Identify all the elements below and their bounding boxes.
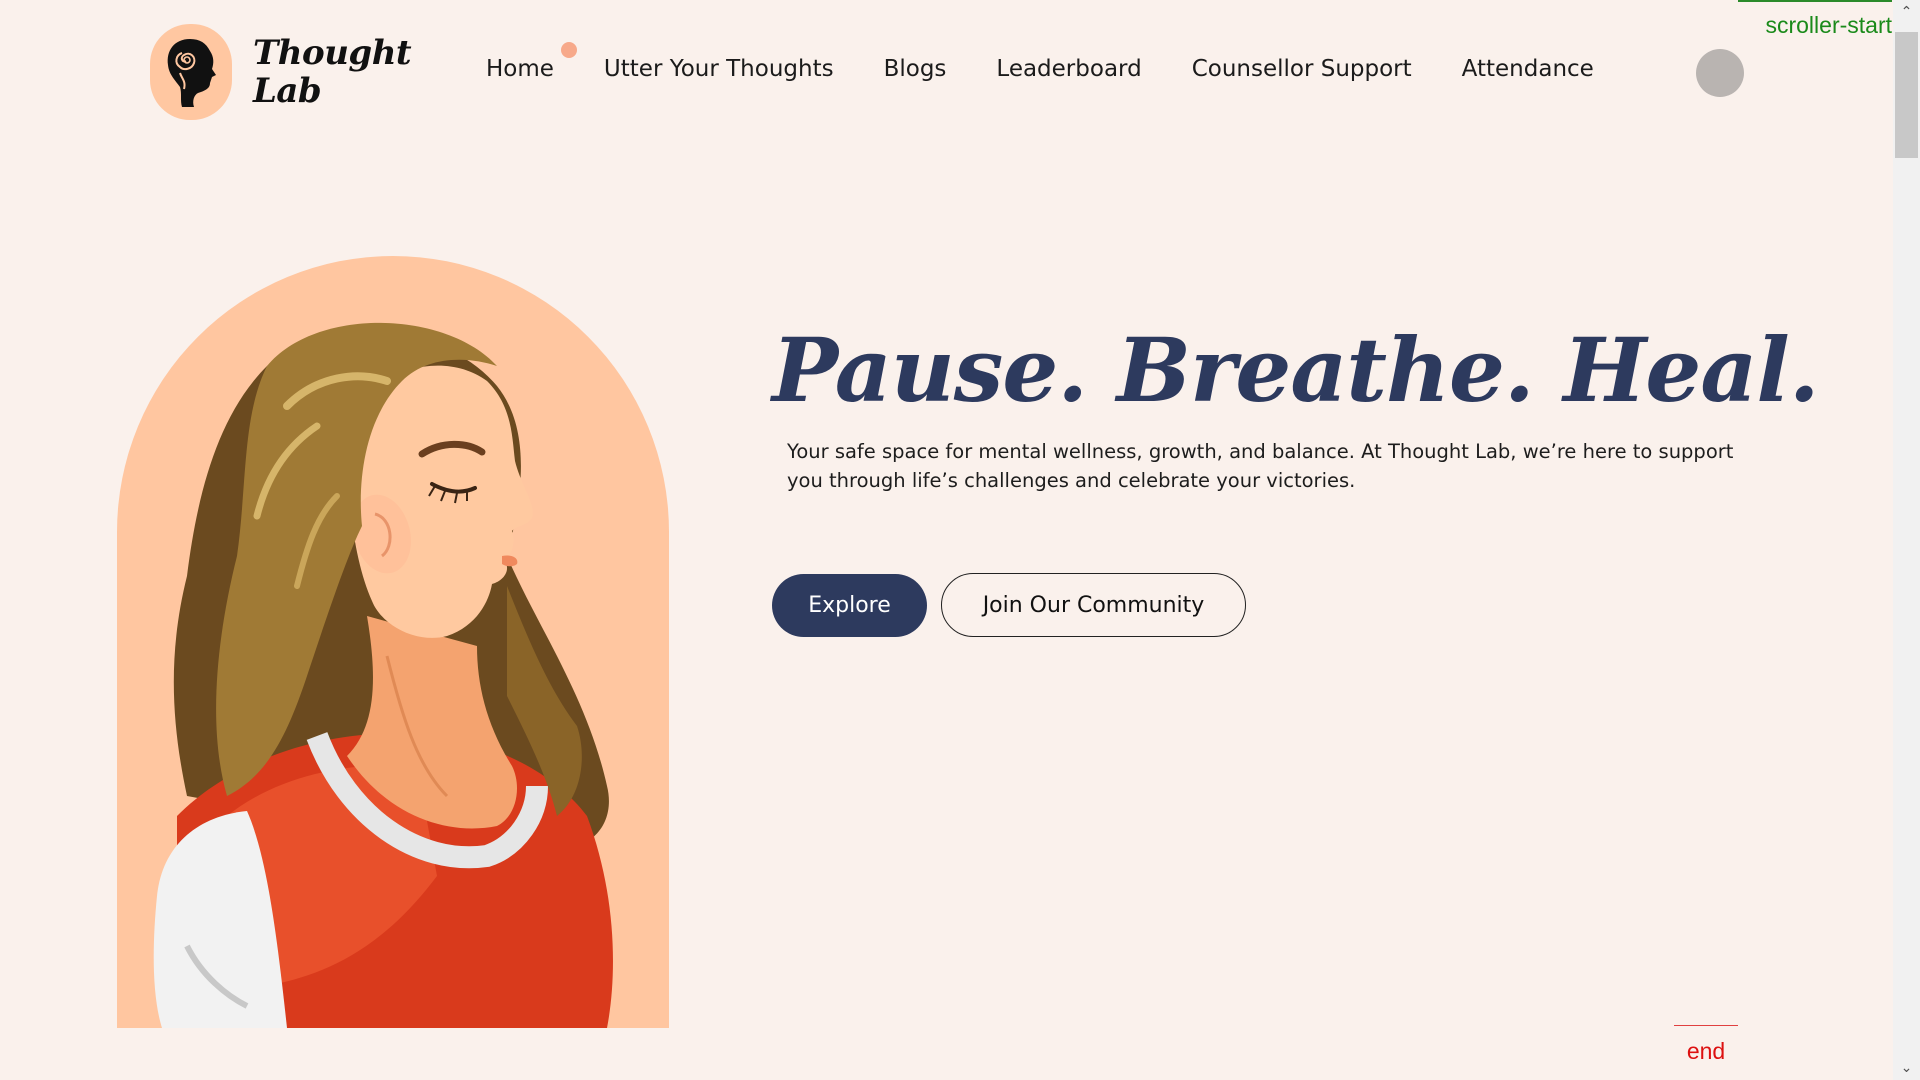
nav-blogs[interactable]: Blogs: [884, 56, 947, 82]
brain-head-icon: [167, 39, 216, 107]
main-nav: Home Utter Your Thoughts Blogs Leaderboa…: [486, 56, 1644, 82]
logo-badge[interactable]: [150, 24, 232, 120]
scroller-start-marker: scroller-start: [1738, 0, 1892, 39]
nav-home[interactable]: Home: [486, 56, 554, 82]
scrollbar-thumb[interactable]: [1895, 32, 1918, 158]
scroller-end-marker: end: [1674, 1025, 1738, 1065]
scroll-down-arrow-icon[interactable]: ⌄: [1893, 1056, 1920, 1080]
page: Thought Lab Home Utter Your Thoughts Blo…: [0, 0, 1920, 1080]
user-avatar[interactable]: [1696, 49, 1744, 97]
scroll-up-arrow-icon[interactable]: ⌃: [1893, 0, 1920, 24]
brand-name-line1: Thought: [253, 33, 412, 73]
nav-counsellor-support[interactable]: Counsellor Support: [1192, 56, 1412, 82]
brand-name[interactable]: Thought Lab: [253, 34, 423, 110]
woman-profile-illustration: [153, 322, 613, 1028]
nav-leaderboard[interactable]: Leaderboard: [996, 56, 1141, 82]
vertical-scrollbar[interactable]: ⌃ ⌄: [1893, 0, 1920, 1080]
hero-description: Your safe space for mental wellness, gro…: [787, 440, 1734, 492]
explore-button[interactable]: Explore: [772, 574, 927, 637]
nav-utter-your-thoughts[interactable]: Utter Your Thoughts: [604, 56, 834, 82]
nav-attendance[interactable]: Attendance: [1462, 56, 1594, 82]
hero-illustration: [117, 256, 669, 1028]
join-community-button[interactable]: Join Our Community: [941, 573, 1246, 637]
hero-title: Pause. Breathe. Heal.: [772, 318, 1819, 422]
brand-name-line2: Lab: [253, 71, 322, 111]
